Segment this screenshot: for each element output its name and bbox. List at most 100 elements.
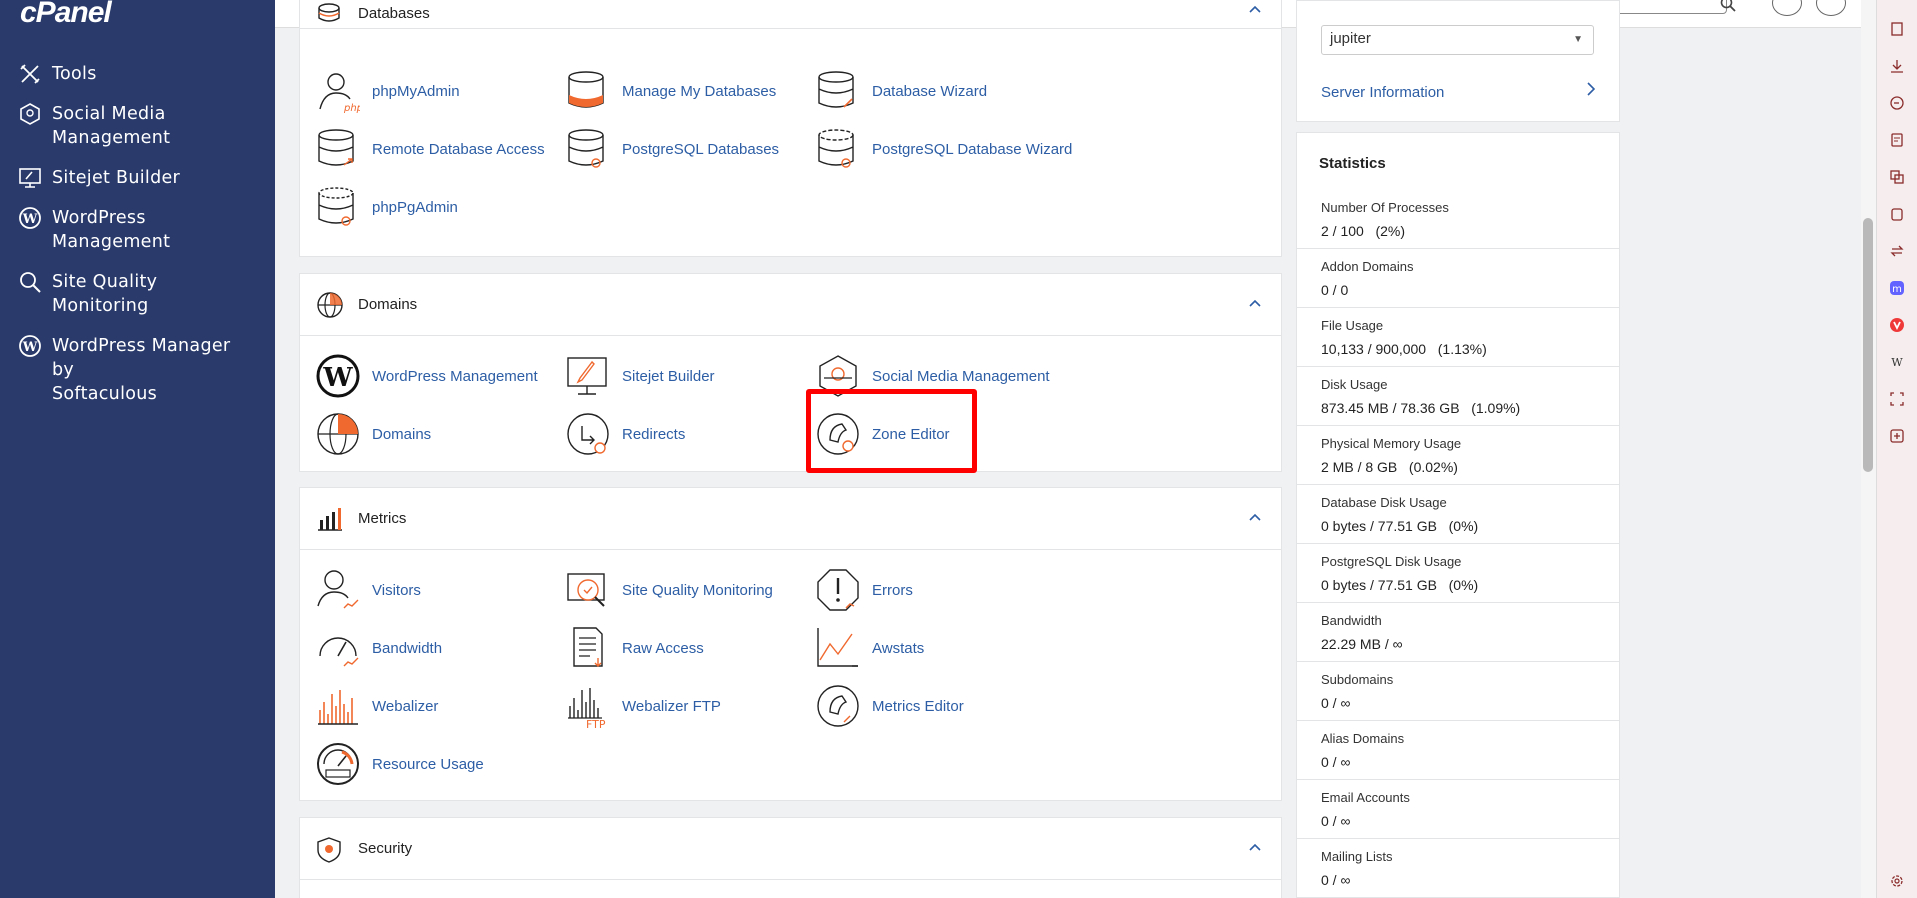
domains-header[interactable]: Domains xyxy=(300,274,1281,336)
tool-errors[interactable]: Errors xyxy=(816,568,913,612)
sidebar-item-site-quality[interactable]: Site Quality Monitoring xyxy=(0,270,275,318)
tool-zone-editor[interactable]: Zone Editor xyxy=(816,412,950,456)
stat-label: Disk Usage xyxy=(1321,377,1388,392)
stat-label: PostgreSQL Disk Usage xyxy=(1321,554,1462,569)
download-icon[interactable] xyxy=(1888,57,1906,75)
browser-side-rail: m W xyxy=(1876,0,1917,898)
sidebar-item-tools[interactable]: Tools xyxy=(0,62,275,86)
stat-row: Addon Domains 0 / 0 xyxy=(1297,249,1619,308)
sidebar-item-label: Site Quality Monitoring xyxy=(52,272,158,316)
sidebar-item-wordpress[interactable]: W WordPress Management xyxy=(0,206,275,254)
monitor-icon xyxy=(18,166,42,190)
vivaldi-icon[interactable] xyxy=(1888,316,1906,334)
search-icon[interactable] xyxy=(1720,0,1736,17)
tool-label: Visitors xyxy=(372,581,421,599)
settings-icon[interactable] xyxy=(1888,872,1906,890)
tool-metrics-editor[interactable]: Metrics Editor xyxy=(816,684,964,728)
wordpress-icon: W xyxy=(316,354,360,398)
server-information-link[interactable]: Server Information xyxy=(1321,84,1444,101)
scrollbar-thumb[interactable] xyxy=(1863,218,1873,472)
tool-wordpress-management[interactable]: W WordPress Management xyxy=(316,354,538,398)
tool-label: Webalizer FTP xyxy=(622,697,721,715)
tool-webalizer-ftp[interactable]: FTP Webalizer FTP xyxy=(566,684,721,731)
tool-site-quality-monitoring[interactable]: Site Quality Monitoring xyxy=(566,568,773,612)
tool-label: Redirects xyxy=(622,425,686,443)
security-panel: Security xyxy=(299,817,1282,898)
stat-value: 10,133 / 900,000 (1.13%) xyxy=(1321,341,1487,357)
sidebar-item-wp-softaculous[interactable]: W WordPress Manager by Softaculous xyxy=(0,334,275,406)
stat-row: Disk Usage 873.45 MB / 78.36 GB (1.09%) xyxy=(1297,367,1619,426)
tool-awstats[interactable]: Awstats xyxy=(816,626,924,670)
tool-sitejet-builder[interactable]: Sitejet Builder xyxy=(566,354,715,398)
chevron-up-icon[interactable] xyxy=(1247,509,1263,530)
bandwidth-icon xyxy=(316,626,360,670)
tool-visitors[interactable]: Visitors xyxy=(316,568,421,612)
cpanel-logo[interactable]: cPanel xyxy=(20,0,112,30)
tool-bandwidth[interactable]: Bandwidth xyxy=(316,626,442,670)
chevron-up-icon[interactable] xyxy=(1247,295,1263,316)
tool-label: Database Wizard xyxy=(872,82,988,100)
shield-icon xyxy=(316,836,342,869)
wallet-icon[interactable] xyxy=(1888,205,1906,223)
tool-manage-my-databases[interactable]: Manage My Databases xyxy=(566,69,776,113)
stat-label: Mailing Lists xyxy=(1321,849,1393,864)
chevron-up-icon[interactable] xyxy=(1247,839,1263,860)
close-button[interactable] xyxy=(1816,0,1846,16)
tool-postgresql-databases[interactable]: PostgreSQL Databases xyxy=(566,127,779,171)
theme-select[interactable]: jupiter ▼ xyxy=(1321,25,1594,55)
history-icon[interactable] xyxy=(1888,94,1906,112)
sidebar-item-label: Tools xyxy=(52,64,97,84)
social-media-icon xyxy=(18,102,42,126)
tool-resource-usage[interactable]: Resource Usage xyxy=(316,742,484,786)
tool-social-media-management[interactable]: Social Media Management xyxy=(816,354,1050,398)
databases-panel: Databases php phpMyAdmin Manage My Datab… xyxy=(299,0,1282,257)
translate-icon[interactable] xyxy=(1888,168,1906,186)
notifications-button[interactable] xyxy=(1772,0,1802,16)
tool-label: Sitejet Builder xyxy=(622,367,715,385)
stat-label: Email Accounts xyxy=(1321,790,1410,805)
mastodon-icon[interactable]: m xyxy=(1888,279,1906,297)
chevron-up-icon[interactable] xyxy=(1247,1,1263,22)
capture-icon[interactable] xyxy=(1888,390,1906,408)
add-panel-icon[interactable] xyxy=(1888,427,1906,445)
tool-webalizer[interactable]: Webalizer xyxy=(316,684,438,728)
tool-phpmyadmin[interactable]: php phpMyAdmin xyxy=(316,69,460,114)
sidebar-nav: Tools Social Media Management Sitejet Bu… xyxy=(0,62,275,422)
metrics-panel: Metrics Visitors Site Quality Monitoring… xyxy=(299,487,1282,801)
tool-phppgadmin[interactable]: phpPgAdmin xyxy=(316,185,458,229)
remote-database-icon xyxy=(316,127,360,171)
stat-value: 0 / ∞ xyxy=(1321,695,1351,711)
tool-remote-database-access[interactable]: Remote Database Access xyxy=(316,127,545,171)
stat-row: Bandwidth 22.29 MB / ∞ xyxy=(1297,603,1619,662)
tool-label: Remote Database Access xyxy=(372,140,545,158)
reading-list-icon[interactable] xyxy=(1888,131,1906,149)
tool-redirects[interactable]: Redirects xyxy=(566,412,685,456)
stat-row: Database Disk Usage 0 bytes / 77.51 GB (0… xyxy=(1297,485,1619,544)
tool-domains[interactable]: Domains xyxy=(316,412,431,456)
tool-label: Awstats xyxy=(872,639,925,657)
svg-text:FTP: FTP xyxy=(586,718,606,728)
resource-usage-icon xyxy=(316,742,360,786)
stat-value: 0 bytes / 77.51 GB (0%) xyxy=(1321,577,1479,593)
globe-icon xyxy=(316,412,360,456)
sidebar-item-label: Sitejet Builder xyxy=(52,168,181,188)
sync-icon[interactable] xyxy=(1888,242,1906,260)
sidebar-item-sitejet[interactable]: Sitejet Builder xyxy=(0,166,275,190)
tool-database-wizard[interactable]: Database Wizard xyxy=(816,69,987,113)
stat-row: Physical Memory Usage 2 MB / 8 GB (0.02%) xyxy=(1297,426,1619,485)
stat-label: Addon Domains xyxy=(1321,259,1414,274)
tool-label: Manage My Databases xyxy=(622,82,777,100)
stat-label: Physical Memory Usage xyxy=(1321,436,1462,451)
security-header[interactable]: Security xyxy=(300,818,1281,880)
sidebar-item-social-media[interactable]: Social Media Management xyxy=(0,102,275,150)
chevron-right-icon[interactable] xyxy=(1585,81,1597,102)
tool-raw-access[interactable]: Raw Access xyxy=(566,626,704,670)
domains-panel: Domains W WordPress Management Sitejet B… xyxy=(299,273,1282,472)
stat-value: 0 / ∞ xyxy=(1321,872,1351,888)
tool-postgresql-database-wizard[interactable]: PostgreSQL Database Wizard xyxy=(816,127,1072,171)
wikipedia-icon[interactable]: W xyxy=(1888,353,1906,371)
stat-label: Alias Domains xyxy=(1321,731,1405,746)
notes-icon[interactable] xyxy=(1888,20,1906,38)
metrics-header[interactable]: Metrics xyxy=(300,488,1281,550)
databases-header[interactable]: Databases xyxy=(300,0,1281,29)
